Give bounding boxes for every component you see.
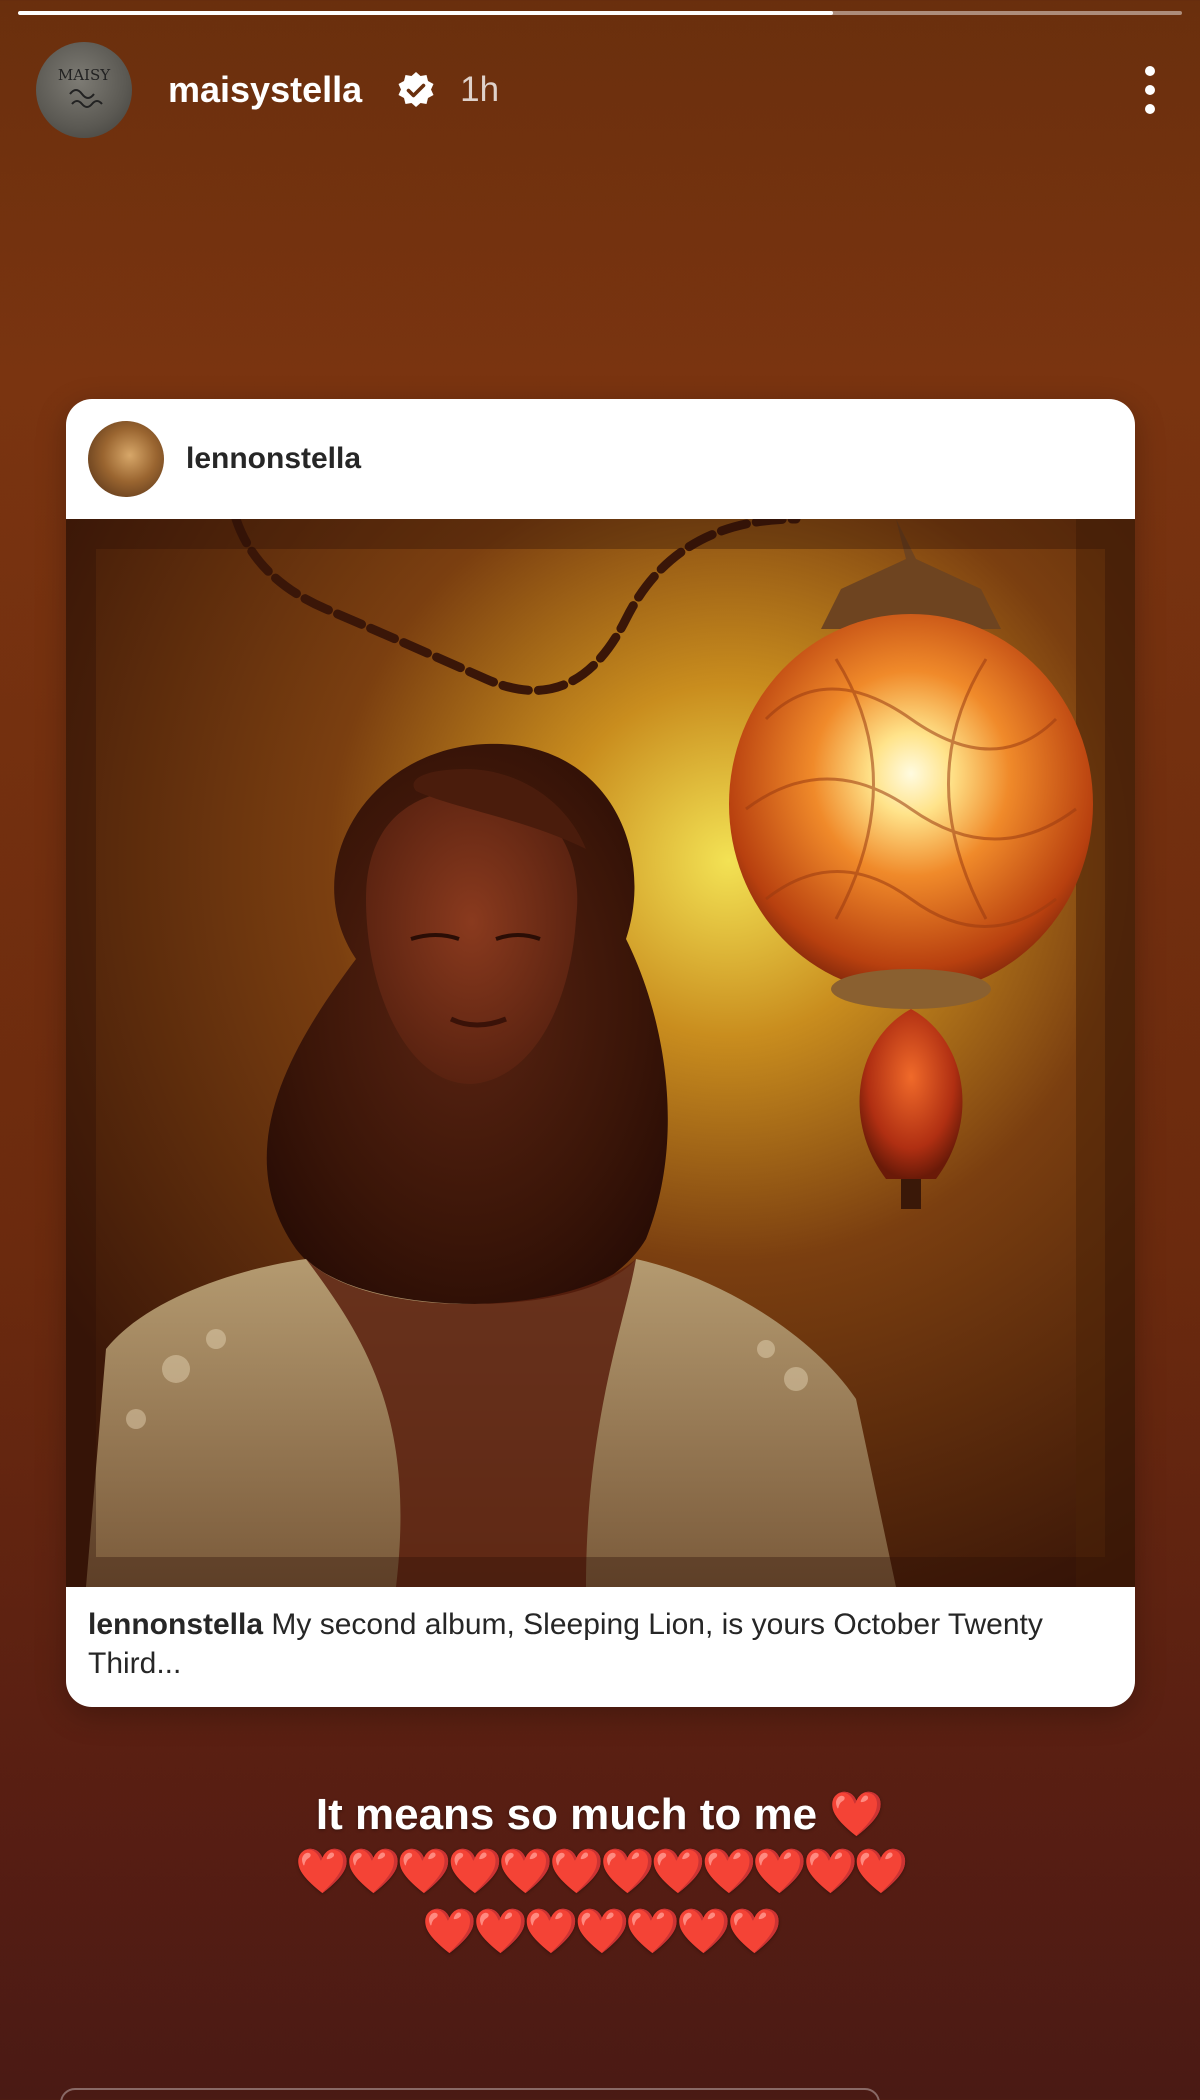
avatar-logo-icon: MAISY	[58, 66, 111, 108]
story-text-overlay: It means so much to me ❤️ ❤️❤️❤️❤️❤️❤️❤️…	[0, 1788, 1200, 1962]
story-timestamp: 1h	[460, 70, 500, 109]
reply-input-edge[interactable]	[60, 2088, 880, 2100]
story-text-line-3: ❤️❤️❤️❤️❤️❤️❤️	[422, 1907, 782, 1956]
story-progress-bar	[18, 11, 1182, 15]
story-text-line-1: It means so much to me ❤️	[315, 1790, 885, 1839]
shared-post-card[interactable]: lennonstella lennonstella My second albu…	[66, 399, 1135, 1707]
shared-post-username[interactable]: lennonstella	[186, 442, 361, 476]
shared-post-caption: lennonstella My second album, Sleeping L…	[88, 1605, 1095, 1683]
avatar[interactable]: MAISY	[36, 42, 132, 138]
story-text-line-2: ❤️❤️❤️❤️❤️❤️❤️❤️❤️❤️❤️❤️	[295, 1847, 908, 1896]
shared-post-avatar[interactable]	[88, 421, 164, 497]
verified-badge-icon	[398, 72, 434, 107]
story-username[interactable]: maisystella	[168, 69, 362, 111]
more-options-icon[interactable]	[1142, 66, 1158, 114]
caption-username[interactable]: lennonstella	[88, 1608, 263, 1641]
story-progress-fill	[18, 11, 833, 15]
photo-illustration	[66, 519, 1135, 1587]
svg-text:MAISY: MAISY	[58, 66, 111, 84]
shared-post-photo[interactable]	[66, 519, 1135, 1587]
shared-post-header: lennonstella	[66, 399, 1135, 519]
story-header: MAISY maisystella 1h	[36, 42, 1164, 138]
